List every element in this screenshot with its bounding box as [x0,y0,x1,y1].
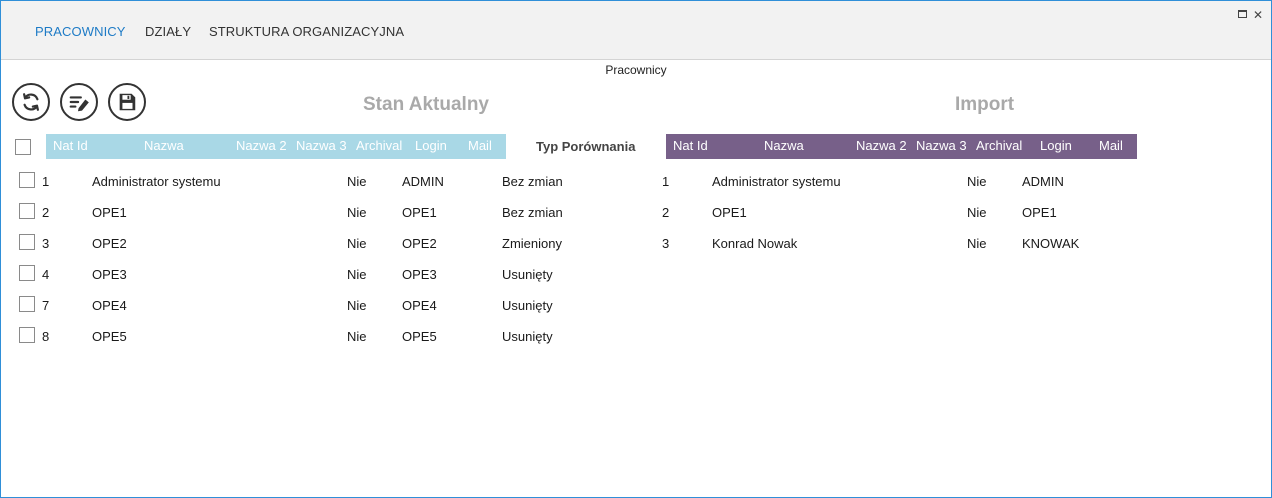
row-checkbox[interactable] [19,172,35,188]
cell-login: OPE4 [402,298,437,313]
edit-list-icon [69,96,89,112]
import-col-nazwa-3[interactable]: Nazwa 3 [916,138,967,153]
col-login[interactable]: Login [415,138,447,153]
row-checkbox[interactable] [19,296,35,312]
cell-nazwa: Konrad Nowak [712,236,798,251]
close-icon: ✕ [1253,8,1264,22]
import-col-nazwa[interactable]: Nazwa [764,138,804,153]
page-title: Pracownicy [605,63,667,77]
col-nazwa[interactable]: Nazwa [144,138,184,153]
cell-archival: Nie [967,205,987,220]
cell-login: OPE1 [402,205,437,220]
select-all-checkbox[interactable] [15,139,31,155]
row-checkbox[interactable] [19,327,35,343]
cell-typ: Bez zmian [502,174,563,189]
import-col-nat-id[interactable]: Nat Id [673,138,708,153]
save-icon [119,93,136,111]
close-button[interactable]: ✕ [1253,9,1263,21]
cell-nazwa: OPE1 [92,205,127,220]
col-typ-porownania[interactable]: Typ Porównania [536,139,635,154]
cell-archival: Nie [347,205,367,220]
cell-nat-id: 2 [42,205,50,220]
cell-nazwa: OPE4 [92,298,127,313]
cell-nat-id: 2 [662,205,670,220]
cell-login: OPE2 [402,236,437,251]
row-checkbox[interactable] [19,203,35,219]
import-col-nazwa-2[interactable]: Nazwa 2 [856,138,907,153]
cell-nazwa: OPE2 [92,236,127,251]
cell-login: OPE1 [1022,205,1057,220]
import-col-mail[interactable]: Mail [1099,138,1123,153]
cell-archival: Nie [347,236,367,251]
cell-nazwa: OPE3 [92,267,127,282]
maximize-button[interactable] [1238,10,1247,18]
maximize-icon [1238,10,1247,18]
cell-archival: Nie [967,174,987,189]
cell-archival: Nie [347,298,367,313]
import-section-title: Import [955,94,1015,115]
import-col-login[interactable]: Login [1040,138,1072,153]
cell-login: OPE3 [402,267,437,282]
app-window: PRACOWNICY DZIAŁY STRUKTURA ORGANIZACYJN… [0,0,1272,498]
cell-login: OPE5 [402,329,437,344]
cell-typ: Usunięty [502,329,553,344]
col-nat-id[interactable]: Nat Id [53,138,88,153]
tab-pracownicy[interactable]: PRACOWNICY [35,24,126,39]
col-archival[interactable]: Archival [356,138,402,153]
cell-nat-id: 1 [42,174,50,189]
refresh-button[interactable] [12,83,50,121]
import-col-archival[interactable]: Archival [976,138,1022,153]
cell-typ: Bez zmian [502,205,563,220]
cell-nat-id: 3 [662,236,670,251]
cell-typ: Zmieniony [502,236,562,251]
cell-nat-id: 7 [42,298,50,313]
col-nazwa-2[interactable]: Nazwa 2 [236,138,287,153]
row-checkbox[interactable] [19,265,35,281]
row-checkbox[interactable] [19,234,35,250]
edit-list-button[interactable] [60,83,98,121]
cell-archival: Nie [347,329,367,344]
cell-login: ADMIN [1022,174,1064,189]
refresh-icon [23,93,39,111]
top-navigation-bar: PRACOWNICY DZIAŁY STRUKTURA ORGANIZACYJN… [1,1,1271,60]
cell-nat-id: 8 [42,329,50,344]
current-section-title: Stan Aktualny [363,94,489,115]
cell-nazwa: OPE5 [92,329,127,344]
cell-archival: Nie [347,267,367,282]
cell-login: KNOWAK [1022,236,1080,251]
cell-nat-id: 4 [42,267,50,282]
save-button[interactable] [108,83,146,121]
cell-nat-id: 1 [662,174,670,189]
cell-login: ADMIN [402,174,444,189]
cell-archival: Nie [347,174,367,189]
col-mail[interactable]: Mail [468,138,492,153]
tab-dzialy[interactable]: DZIAŁY [145,24,191,39]
cell-nat-id: 3 [42,236,50,251]
cell-nazwa: Administrator systemu [92,174,221,189]
cell-nazwa: OPE1 [712,205,747,220]
col-nazwa-3[interactable]: Nazwa 3 [296,138,347,153]
cell-archival: Nie [967,236,987,251]
tab-struktura-organizacyjna[interactable]: STRUKTURA ORGANIZACYJNA [209,24,404,39]
cell-nazwa: Administrator systemu [712,174,841,189]
cell-typ: Usunięty [502,267,553,282]
cell-typ: Usunięty [502,298,553,313]
